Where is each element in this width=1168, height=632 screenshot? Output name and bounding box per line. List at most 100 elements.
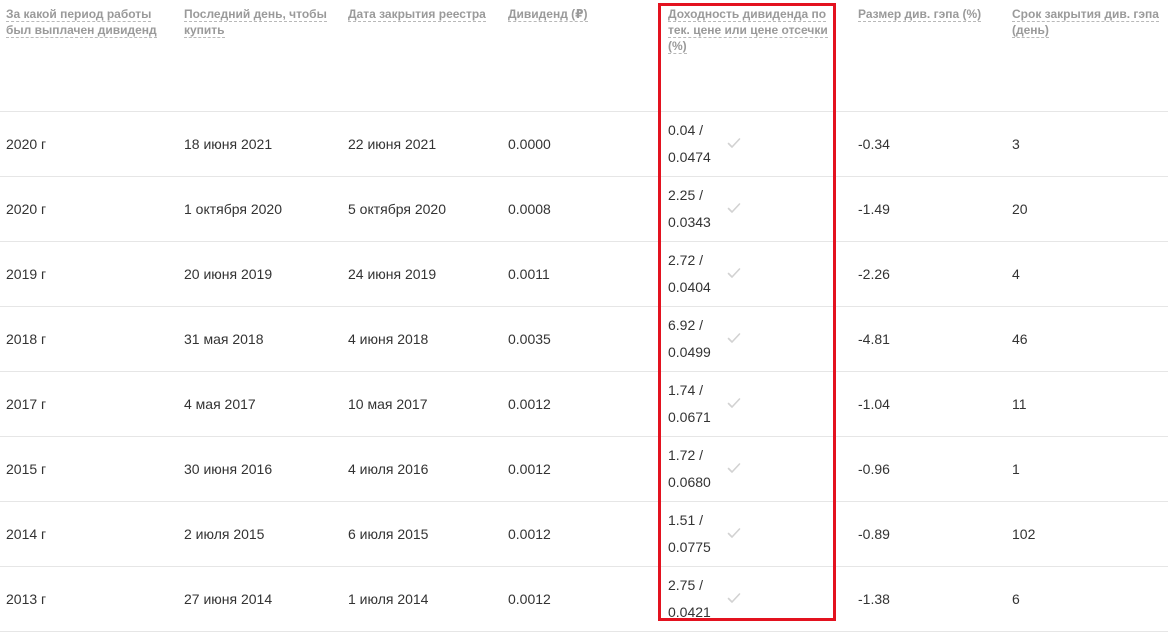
cell-gap-size: -0.89 xyxy=(842,501,1002,567)
cell-gap-size: -4.81 xyxy=(842,306,1002,372)
cell-dividend: 0.0012 xyxy=(502,501,658,567)
yield-wrap: 2.75 / 0.0421 xyxy=(668,572,836,626)
check-icon xyxy=(727,266,741,280)
cell-registry-close: 24 июня 2019 xyxy=(342,241,502,307)
yield-cutoff-price: 0.0421 xyxy=(668,603,711,620)
cell-gap-size: -1.04 xyxy=(842,371,1002,437)
cell-registry-close: 10 мая 2017 xyxy=(342,371,502,437)
header-registry-close-label[interactable]: Дата закрытия реестра xyxy=(348,7,486,22)
yield-current-price: 2.25 / xyxy=(668,186,704,203)
cell-yield: 6.92 / 0.0499 xyxy=(658,306,842,372)
table-body: 2020 г 18 июня 2021 22 июня 2021 0.0000 0.04… xyxy=(0,111,1168,632)
table-header-row: За какой период работы был выплачен диви… xyxy=(0,0,1168,112)
table-row: 2020 г1 октября 2020 5 октября 2020 0.0008… xyxy=(0,176,1168,242)
yield-current-price: 2.72 / xyxy=(668,251,704,268)
header-dividend[interactable]: Дивиденд (₽) xyxy=(502,0,658,112)
yield-current-price: 6.92 / xyxy=(668,316,704,333)
table-row: 2015 г 30 июня 2016 4 июля 2016 0.0012 1.72 … xyxy=(0,436,1168,502)
cell-gap-size: -1.49 xyxy=(842,176,1002,242)
table-row: 2014 г2 июля 2015 6 июля 2015 0.0012 1.51 /… xyxy=(0,501,1168,567)
check-icon xyxy=(727,136,741,150)
cell-period: 2017 г xyxy=(0,371,178,437)
yield-wrap: 1.74 / 0.0671 xyxy=(668,377,836,431)
cell-dividend: 0.0008 xyxy=(502,176,658,242)
check-icon xyxy=(727,591,741,605)
cell-period: 2015 г xyxy=(0,436,178,502)
cell-period: 2020 г xyxy=(0,111,178,177)
header-gap-size-label[interactable]: Размер див. гэпа (%) xyxy=(858,7,982,22)
yield-wrap: 2.25 / 0.0343 xyxy=(668,182,836,236)
cell-dividend: 0.0012 xyxy=(502,566,658,632)
header-dividend-label[interactable]: Дивиденд (₽) xyxy=(508,7,588,22)
cell-last-day: 2 июля 2015 xyxy=(178,501,342,567)
header-gap-close-days-label[interactable]: Срок закрытия див. гэпа (день) xyxy=(1012,7,1159,38)
cell-dividend: 0.0000 xyxy=(502,111,658,177)
header-yield-label[interactable]: Доходность дивиденда по тек. цене или це… xyxy=(668,7,828,54)
cell-gap-close-days: 4 xyxy=(1002,241,1168,307)
yield-wrap: 2.72 / 0.0404 xyxy=(668,247,836,301)
check-icon xyxy=(727,461,741,475)
yield-cutoff-price: 0.0474 xyxy=(668,148,711,165)
yield-cutoff-price: 0.0680 xyxy=(668,473,711,490)
cell-yield: 1.72 / 0.0680 xyxy=(658,436,842,502)
cell-gap-close-days: 46 xyxy=(1002,306,1168,372)
yield-current-price: 0.04 / xyxy=(668,121,704,138)
yield-values: 2.25 / 0.0343 xyxy=(668,182,711,236)
yield-cutoff-price: 0.0404 xyxy=(668,278,711,295)
yield-cutoff-price: 0.0671 xyxy=(668,408,711,425)
cell-period: 2014 г xyxy=(0,501,178,567)
cell-last-day: 1 октября 2020 xyxy=(178,176,342,242)
cell-gap-size: -1.38 xyxy=(842,566,1002,632)
table-row: 2018 г 31 мая 2018 4 июня 2018 0.0035 6.92 /… xyxy=(0,306,1168,372)
header-last-day[interactable]: Последний день, чтобы купить xyxy=(178,0,342,112)
header-gap-close-days[interactable]: Срок закрытия див. гэпа (день) xyxy=(1002,0,1168,112)
yield-values: 6.92 / 0.0499 xyxy=(668,312,711,366)
cell-registry-close: 6 июля 2015 xyxy=(342,501,502,567)
yield-values: 1.74 / 0.0671 xyxy=(668,377,711,431)
cell-yield: 1.74 / 0.0671 xyxy=(658,371,842,437)
cell-last-day: 31 мая 2018 xyxy=(178,306,342,372)
cell-registry-close: 22 июня 2021 xyxy=(342,111,502,177)
yield-wrap: 6.92 / 0.0499 xyxy=(668,312,836,366)
check-icon xyxy=(727,396,741,410)
cell-period: 2020 г xyxy=(0,176,178,242)
yield-cutoff-price: 0.0499 xyxy=(668,343,711,360)
header-period[interactable]: За какой период работы был выплачен диви… xyxy=(0,0,178,112)
check-icon xyxy=(727,331,741,345)
cell-last-day: 18 июня 2021 xyxy=(178,111,342,177)
yield-values: 1.51 / 0.0775 xyxy=(668,507,711,561)
yield-values: 2.72 / 0.0404 xyxy=(668,247,711,301)
cell-last-day: 27 июня 2014 xyxy=(178,566,342,632)
yield-wrap: 1.72 / 0.0680 xyxy=(668,442,836,496)
cell-yield: 2.25 / 0.0343 xyxy=(658,176,842,242)
cell-gap-close-days: 20 xyxy=(1002,176,1168,242)
cell-registry-close: 4 июля 2016 xyxy=(342,436,502,502)
cell-period: 2019 г xyxy=(0,241,178,307)
header-yield[interactable]: Доходность дивиденда по тек. цене или це… xyxy=(658,0,842,112)
table-row: 2020 г 18 июня 2021 22 июня 2021 0.0000 0.04… xyxy=(0,111,1168,177)
cell-gap-close-days: 6 xyxy=(1002,566,1168,632)
check-icon xyxy=(727,201,741,215)
cell-yield: 0.04 / 0.0474 xyxy=(658,111,842,177)
header-registry-close[interactable]: Дата закрытия реестра xyxy=(342,0,502,112)
yield-cutoff-price: 0.0775 xyxy=(668,538,711,555)
cell-last-day: 30 июня 2016 xyxy=(178,436,342,502)
cell-dividend: 0.0011 xyxy=(502,241,658,307)
yield-values: 2.75 / 0.0421 xyxy=(668,572,711,626)
header-gap-size[interactable]: Размер див. гэпа (%) xyxy=(842,0,1002,112)
cell-last-day: 20 июня 2019 xyxy=(178,241,342,307)
yield-cutoff-price: 0.0343 xyxy=(668,213,711,230)
cell-gap-close-days: 11 xyxy=(1002,371,1168,437)
dividend-history-table: За какой период работы был выплачен диви… xyxy=(0,0,1168,632)
cell-registry-close: 4 июня 2018 xyxy=(342,306,502,372)
cell-registry-close: 5 октября 2020 xyxy=(342,176,502,242)
cell-yield: 2.72 / 0.0404 xyxy=(658,241,842,307)
yield-current-price: 2.75 / xyxy=(668,576,704,593)
header-period-label[interactable]: За какой период работы был выплачен диви… xyxy=(6,7,157,38)
cell-dividend: 0.0012 xyxy=(502,436,658,502)
header-last-day-label[interactable]: Последний день, чтобы купить xyxy=(184,7,327,38)
cell-gap-close-days: 3 xyxy=(1002,111,1168,177)
cell-gap-close-days: 102 xyxy=(1002,501,1168,567)
check-icon xyxy=(727,526,741,540)
cell-yield: 1.51 / 0.0775 xyxy=(658,501,842,567)
